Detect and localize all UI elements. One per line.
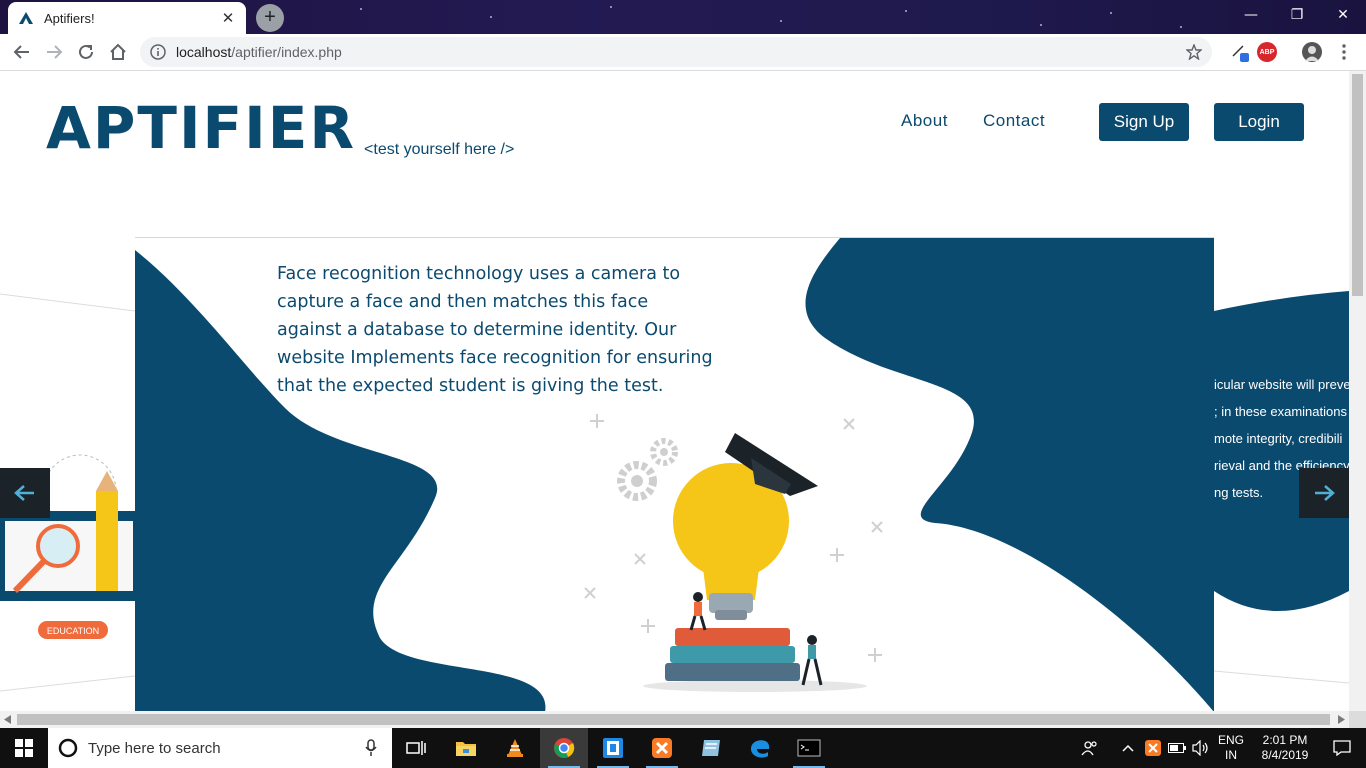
people-icon[interactable] <box>1070 728 1110 768</box>
scroll-left-icon <box>4 715 11 724</box>
arrow-right-icon <box>1315 485 1335 501</box>
horizontal-scroll-thumb[interactable] <box>17 714 1330 725</box>
education-badge: EDUCATION <box>47 626 99 636</box>
horizontal-scrollbar[interactable] <box>0 711 1349 728</box>
star-decoration <box>360 8 362 10</box>
task-view-icon[interactable] <box>392 728 440 768</box>
tab-title: Aptifiers! <box>44 10 95 26</box>
cortana-ring-icon <box>58 738 78 758</box>
vertical-scroll-thumb[interactable] <box>1352 74 1363 296</box>
back-button[interactable] <box>8 38 36 66</box>
extension-icon[interactable] <box>1230 42 1250 62</box>
profile-avatar[interactable] <box>1302 42 1322 62</box>
scroll-right-icon <box>1338 715 1345 724</box>
code-editor-icon[interactable] <box>589 728 637 768</box>
show-hidden-icons-chevron-icon[interactable] <box>1118 728 1138 768</box>
minimize-button[interactable]: — <box>1228 0 1274 30</box>
aptifier-favicon-icon <box>18 10 34 26</box>
carousel-active-slide: Face recognition technology uses a camer… <box>135 237 1214 711</box>
star-decoration <box>1110 12 1112 14</box>
edge-icon[interactable] <box>736 728 784 768</box>
xampp-tray-icon[interactable] <box>1142 728 1164 768</box>
star-decoration <box>1180 26 1182 28</box>
carousel-next-button[interactable] <box>1299 468 1349 518</box>
bookmark-star-icon[interactable] <box>1186 44 1202 60</box>
search-placeholder: Type here to search <box>88 739 221 757</box>
forward-arrow-icon <box>47 45 63 59</box>
scrollbar-corner <box>1349 711 1366 728</box>
battery-icon[interactable] <box>1166 728 1188 768</box>
home-button[interactable] <box>104 38 132 66</box>
notes-app-icon[interactable] <box>687 728 735 768</box>
vlc-icon[interactable] <box>491 728 539 768</box>
reload-button[interactable] <box>72 38 100 66</box>
command-prompt-icon[interactable] <box>785 728 833 768</box>
web-page: APTIFIER <test yourself here /> About Co… <box>0 71 1349 711</box>
browser-titlebar: Aptifiers! ✕ + — ❐ ✕ <box>0 0 1366 34</box>
star-decoration <box>780 20 782 22</box>
browser-tab-aptifiers[interactable]: Aptifiers! ✕ <box>8 2 246 34</box>
windows-logo-icon <box>15 739 33 757</box>
new-tab-button[interactable]: + <box>256 4 284 32</box>
adblock-plus-icon[interactable]: ABP <box>1257 42 1277 62</box>
xampp-icon[interactable] <box>638 728 686 768</box>
url-text[interactable]: localhost/aptifier/index.php <box>176 44 342 60</box>
browser-toolbar: localhost/aptifier/index.php ABP <box>0 34 1366 71</box>
windows-taskbar: Type here to search ENG IN 2:01 PM 8/4/2… <box>0 728 1366 768</box>
next-slide-preview[interactable]: icular website will preve ; in these exa… <box>1214 291 1349 621</box>
microphone-icon[interactable] <box>364 739 378 757</box>
carousel-prev-button[interactable] <box>0 468 50 518</box>
star-decoration <box>610 6 612 8</box>
back-arrow-icon <box>13 45 29 59</box>
close-window-button[interactable]: ✕ <box>1320 0 1366 30</box>
taskbar-search-box[interactable]: Type here to search <box>48 728 392 768</box>
info-icon[interactable] <box>150 44 166 60</box>
arrow-left-icon <box>14 485 34 501</box>
vertical-scrollbar[interactable] <box>1349 71 1366 711</box>
star-decoration <box>1040 24 1042 26</box>
restore-button[interactable]: ❐ <box>1274 0 1320 30</box>
start-button[interactable] <box>0 728 48 768</box>
tab-close-icon[interactable]: ✕ <box>220 9 236 27</box>
chrome-taskbar-icon[interactable] <box>540 728 588 768</box>
language-indicator[interactable]: ENG IN <box>1214 733 1248 763</box>
reload-icon <box>79 44 93 59</box>
browser-menu-icon[interactable] <box>1334 42 1354 62</box>
address-bar[interactable]: localhost/aptifier/index.php <box>140 37 1212 67</box>
home-icon <box>110 43 126 60</box>
star-decoration <box>905 10 907 12</box>
slide-description: Face recognition technology uses a camer… <box>277 264 713 396</box>
forward-button[interactable] <box>40 38 68 66</box>
star-decoration <box>490 16 492 18</box>
action-center-icon[interactable] <box>1318 728 1366 768</box>
volume-icon[interactable] <box>1189 728 1213 768</box>
clock[interactable]: 2:01 PM 8/4/2019 <box>1252 733 1318 763</box>
file-explorer-icon[interactable] <box>442 728 490 768</box>
